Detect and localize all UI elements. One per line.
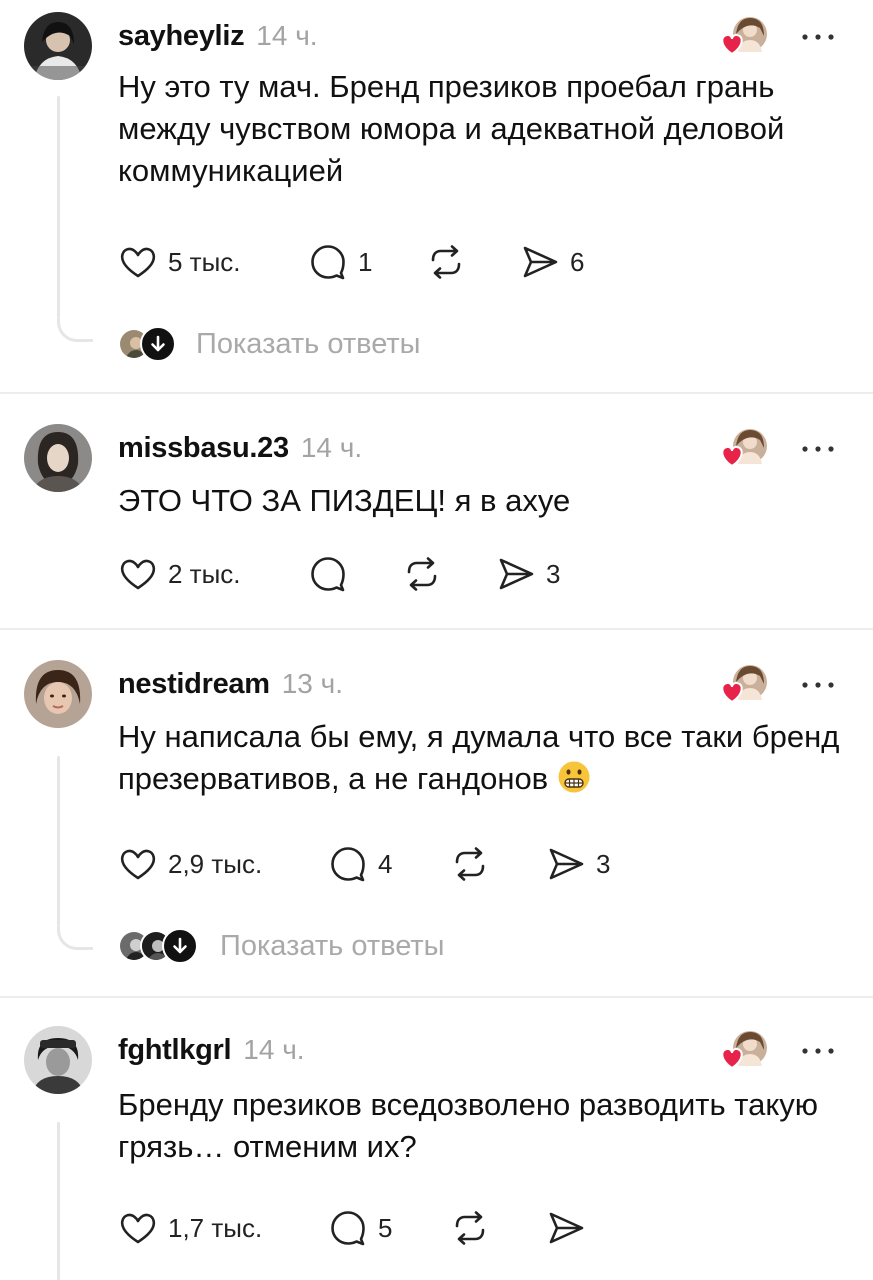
- reply-button[interactable]: 4: [328, 844, 392, 884]
- repost-button[interactable]: [426, 242, 466, 282]
- creator-liked-heart-icon: [718, 1028, 770, 1070]
- share-count: 6: [570, 246, 585, 277]
- like-button[interactable]: 2 тыс.: [118, 554, 241, 594]
- repost-button[interactable]: [450, 844, 490, 884]
- heart-outline-icon: [120, 849, 156, 880]
- comment-header: sayheyliz 14 ч.: [118, 20, 318, 53]
- comment-header: fghtlkgrl 14 ч.: [118, 1034, 305, 1067]
- more-dots-icon[interactable]: [799, 30, 837, 44]
- send-arrow-icon: [523, 246, 558, 278]
- creator-liked-heart-icon: [718, 14, 770, 56]
- comment-card: missbasu.23 14 ч. ЭТО ЧТО ЗА ПИЗДЕЦ! я в…: [0, 394, 873, 628]
- show-replies-label: Показать ответы: [220, 929, 445, 962]
- reply-count: 1: [358, 246, 373, 277]
- arrow-down-icon: [140, 326, 176, 362]
- reply-button[interactable]: 5: [328, 1208, 392, 1248]
- comment-card: nestidream 13 ч. Ну написала бы ему, я д…: [0, 630, 873, 996]
- send-arrow-icon: [499, 558, 534, 590]
- like-count: 2 тыс.: [168, 558, 241, 589]
- username[interactable]: sayheyliz: [118, 20, 245, 53]
- comment-header: nestidream 13 ч.: [118, 668, 343, 701]
- arrow-down-icon: [162, 928, 198, 964]
- repost-button[interactable]: [402, 554, 442, 594]
- thread-curve: [57, 318, 93, 342]
- reply-count: 4: [378, 848, 393, 879]
- heart-outline-icon: [120, 1213, 156, 1244]
- username[interactable]: nestidream: [118, 668, 270, 701]
- comment-card: fghtlkgrl 14 ч. Бренду презиков вседозво…: [0, 998, 873, 1280]
- thread-line: [57, 96, 60, 318]
- speech-bubble-icon: [311, 557, 345, 592]
- thread-curve: [57, 926, 93, 950]
- comment-text: Ну это ту мач. Бренд презиков проебал гр…: [118, 69, 785, 188]
- grimacing-face-icon: [558, 761, 590, 793]
- share-count: 3: [546, 558, 561, 589]
- heart-outline-icon: [120, 559, 156, 590]
- username[interactable]: missbasu.23: [118, 432, 289, 465]
- heart-outline-icon: [120, 247, 156, 278]
- creator-liked-heart-icon: [718, 426, 770, 468]
- speech-bubble-icon: [331, 1211, 365, 1246]
- creator-liked-heart-icon: [718, 662, 770, 704]
- timestamp: 14 ч.: [256, 20, 318, 51]
- share-button[interactable]: 3: [496, 554, 560, 594]
- avatar[interactable]: [24, 424, 92, 492]
- avatar[interactable]: [24, 660, 92, 728]
- avatar[interactable]: [24, 12, 92, 80]
- more-dots-icon[interactable]: [799, 1044, 837, 1058]
- repost-button[interactable]: [450, 1208, 490, 1248]
- show-replies-label: Показать ответы: [196, 327, 421, 360]
- speech-bubble-icon: [331, 847, 365, 882]
- like-count: 1,7 тыс.: [168, 1212, 263, 1243]
- avatar[interactable]: [24, 1026, 92, 1094]
- send-arrow-icon: [549, 848, 584, 880]
- share-button[interactable]: 6: [520, 242, 584, 282]
- thread-line: [57, 1122, 60, 1280]
- more-dots-icon[interactable]: [799, 442, 837, 456]
- like-button[interactable]: 5 тыс.: [118, 242, 241, 282]
- share-button[interactable]: [546, 1208, 596, 1248]
- timestamp: 14 ч.: [300, 432, 363, 463]
- comment-text: ЭТО ЧТО ЗА ПИЗДЕЦ! я в ахуе: [118, 483, 571, 518]
- comment-text: Бренду презиков вседозволено разводить т…: [118, 1087, 818, 1164]
- more-dots-icon[interactable]: [799, 678, 837, 692]
- repost-arrows-icon: [407, 557, 437, 591]
- share-count: 3: [596, 848, 611, 879]
- username[interactable]: fghtlkgrl: [118, 1034, 232, 1067]
- send-arrow-icon: [549, 1212, 584, 1244]
- like-count: 5 тыс.: [168, 246, 241, 277]
- repost-arrows-icon: [455, 1211, 485, 1245]
- reply-button[interactable]: [308, 554, 358, 594]
- repost-arrows-icon: [431, 245, 461, 279]
- comment-text: Ну написала бы ему, я думала что все так…: [118, 716, 858, 800]
- show-replies-button[interactable]: Показать ответы: [118, 926, 444, 966]
- timestamp: 13 ч.: [281, 668, 344, 699]
- like-count: 2,9 тыс.: [168, 848, 263, 879]
- share-button[interactable]: 3: [546, 844, 610, 884]
- like-button[interactable]: 1,7 тыс.: [118, 1208, 262, 1248]
- reply-button[interactable]: 1: [308, 242, 372, 282]
- like-button[interactable]: 2,9 тыс.: [118, 844, 262, 884]
- repost-arrows-icon: [455, 847, 485, 881]
- timestamp: 14 ч.: [243, 1034, 305, 1065]
- speech-bubble-icon: [311, 245, 345, 280]
- reply-count: 5: [378, 1212, 393, 1243]
- show-replies-button[interactable]: Показать ответы: [118, 324, 420, 364]
- comment-card: sayheyliz 14 ч. Ну это ту мач. Бренд пре…: [0, 0, 873, 392]
- thread-line: [57, 756, 60, 926]
- comment-header: missbasu.23 14 ч.: [118, 432, 362, 465]
- comment-text-content: Ну написала бы ему, я думала что все так…: [118, 719, 840, 796]
